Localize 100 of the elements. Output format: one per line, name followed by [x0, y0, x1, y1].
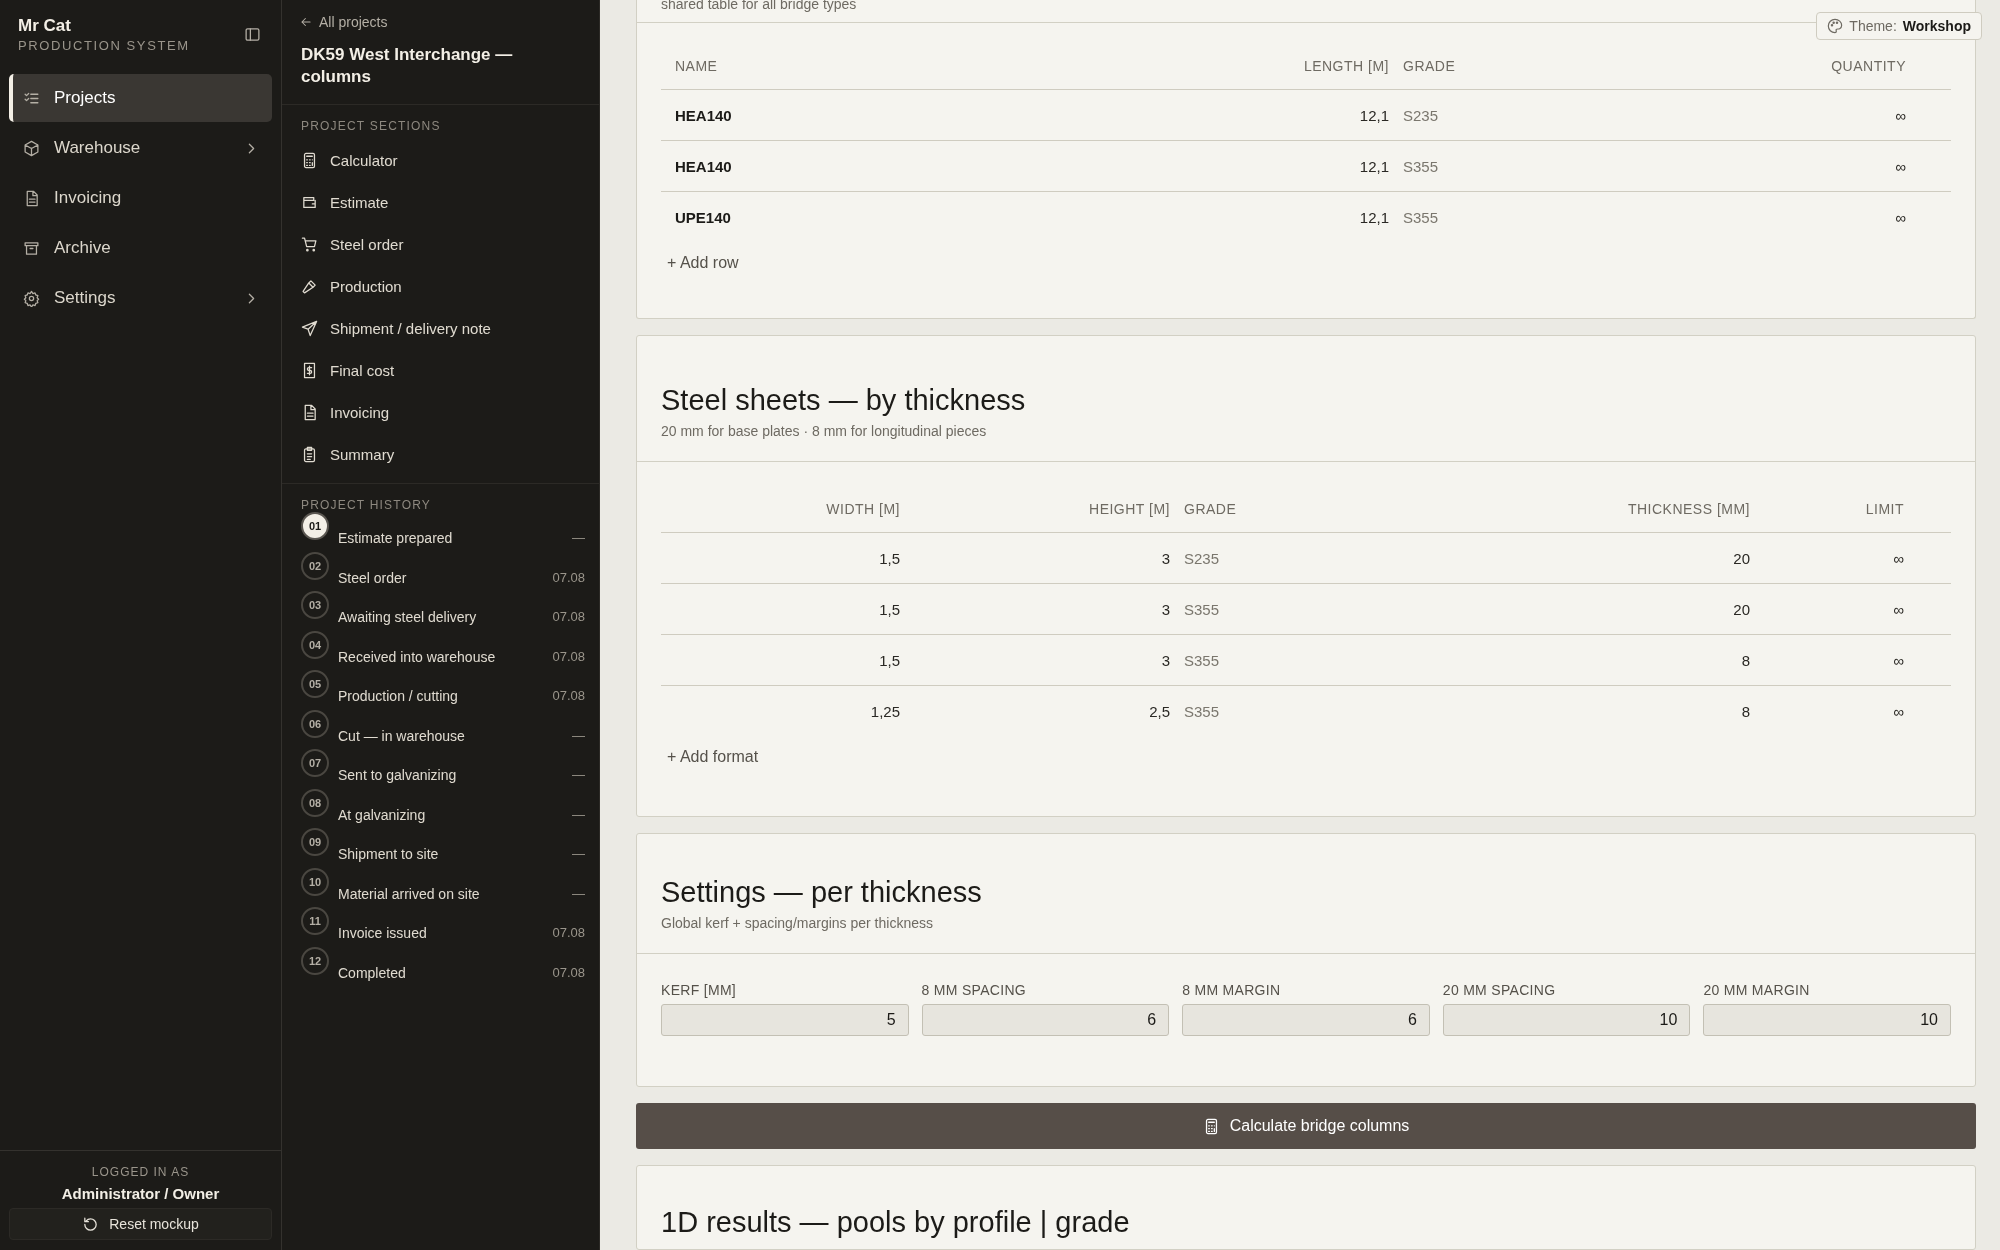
section-item[interactable]: Steel order [301, 223, 589, 265]
history-label: Sent to galvanizing [338, 767, 457, 783]
column-header: NAME [675, 58, 719, 74]
nav-item[interactable]: Settings [9, 274, 272, 322]
table-cell-text: 12,1 [1358, 208, 1389, 226]
number-field[interactable]: 10 [1703, 1004, 1951, 1036]
step-number: 01 [301, 512, 329, 540]
back-link[interactable]: All projects [299, 14, 579, 30]
box-icon [23, 139, 40, 157]
section-item[interactable]: Summary [301, 433, 589, 475]
history-date: — [572, 530, 585, 546]
column-header: WIDTH [M] [825, 501, 900, 517]
column-header: HEIGHT [M] [1088, 501, 1170, 517]
table-cell-text: 3 [1160, 651, 1170, 669]
section-heading: PROJECT SECTIONS [301, 119, 442, 133]
history-date: — [572, 846, 585, 862]
palette-icon [1827, 18, 1844, 34]
column-header: GRADE [1184, 501, 1238, 517]
history-label: Invoice issued [338, 925, 427, 941]
section-item[interactable]: Estimate [301, 181, 589, 223]
number-field[interactable]: 6 [1182, 1004, 1430, 1036]
table-cell-text: S355 [1184, 702, 1221, 720]
step-number: 09 [301, 828, 329, 856]
section-heading: PROJECT HISTORY [301, 498, 433, 512]
card-title: Settings — per thickness [661, 876, 983, 909]
table-cell-text: ∞ [1892, 549, 1904, 567]
table-cell-text: S355 [1403, 157, 1440, 175]
column-header: LENGTH [M] [1302, 58, 1389, 74]
history-label: Awaiting steel delivery [338, 609, 477, 625]
calc-icon [301, 151, 318, 169]
history-date: 07.08 [552, 925, 585, 941]
table-cell-text: 8 [1740, 702, 1750, 720]
section-item[interactable]: Final cost [301, 349, 589, 391]
logged-in-caption: LOGGED IN AS [91, 1165, 190, 1179]
table-cell-text: 1,5 [878, 651, 900, 669]
section-item[interactable]: Production [301, 265, 589, 307]
section-item[interactable]: Invoicing [301, 391, 589, 433]
table-cell-text: S355 [1184, 600, 1221, 618]
history-label: At galvanizing [338, 806, 426, 823]
column-header: QUANTITY [1830, 58, 1906, 74]
step-number: 03 [301, 591, 329, 619]
history-date: 07.08 [552, 609, 585, 625]
field-label: 20 MM MARGIN [1703, 982, 1811, 998]
history-label: Material arrived on site [338, 885, 480, 902]
table-cell-text: UPE140 [675, 208, 732, 226]
field-label: 8 MM SPACING [921, 982, 1028, 998]
table-cell-text: HEA140 [675, 106, 733, 124]
field-label: 20 MM SPACING [1442, 982, 1557, 998]
field-label: KERF [MM] [661, 982, 738, 998]
table-cell-text: 1,25 [869, 702, 900, 720]
table-cell-text: 1,5 [878, 549, 900, 567]
history-label: Estimate prepared [338, 530, 453, 546]
table-cell-text: ∞ [1892, 600, 1904, 618]
table-cell-text: 20 [1732, 549, 1750, 567]
clip-icon [301, 445, 318, 463]
table-cell-text: S235 [1403, 106, 1440, 124]
table-cell-text: 3 [1160, 549, 1170, 567]
table-cell-text: ∞ [1892, 702, 1904, 720]
cart-icon [301, 235, 318, 253]
number-field[interactable]: 6 [921, 1004, 1170, 1036]
section-item[interactable]: Shipment / delivery note [301, 307, 589, 349]
history-date: — [572, 727, 585, 744]
history-label: Steel order [338, 569, 407, 586]
table-cell-text: 20 [1732, 600, 1750, 618]
number-field[interactable]: 5 [661, 1004, 909, 1036]
history-date: 07.08 [552, 569, 585, 586]
nav-item[interactable]: Projects [9, 74, 272, 122]
theme-button[interactable]: Theme: Workshop [1816, 12, 1982, 40]
card-subtitle: Global kerf + spacing/margins per thickness [661, 915, 934, 931]
table-cell-text: 12,1 [1358, 106, 1389, 124]
column-header: THICKNESS [MM] [1626, 501, 1750, 517]
step-number: 11 [301, 907, 329, 935]
table-cell-text: 12,1 [1358, 157, 1389, 175]
table-cell-text: ∞ [1894, 106, 1906, 124]
number-field[interactable]: 10 [1442, 1004, 1691, 1036]
add-format-button[interactable]: + Add format [661, 736, 765, 766]
back-arrow-icon [299, 15, 313, 29]
nav-item[interactable]: Warehouse [9, 124, 272, 172]
nav-item[interactable]: Archive [9, 224, 272, 272]
table-cell-text: S355 [1403, 208, 1440, 226]
table-cell-text: ∞ [1894, 157, 1906, 175]
archive-icon [23, 239, 40, 257]
history-date: 07.08 [552, 688, 585, 704]
nav-item[interactable]: Invoicing [9, 174, 272, 222]
table-cell-text: ∞ [1892, 651, 1904, 669]
section-item[interactable]: Calculator [301, 139, 589, 181]
field-label: 8 MM MARGIN [1182, 982, 1282, 998]
reset-icon [82, 1215, 100, 1233]
receipt-icon [301, 361, 318, 379]
column-header: LIMIT [1864, 501, 1904, 517]
sidebar-icon [244, 25, 261, 43]
history-label: Completed [338, 964, 406, 981]
reset-button[interactable]: Reset mockup [9, 1208, 272, 1240]
step-number: 04 [301, 630, 329, 659]
app-name: Mr Cat [18, 15, 72, 36]
calculate-button[interactable]: Calculate bridge columns [636, 1103, 1976, 1149]
card-subtitle: 20 mm for base plates · 8 mm for longitudinal pieces [661, 423, 988, 439]
history-date: — [572, 767, 585, 783]
table-cell-text: 1,5 [878, 600, 900, 618]
add-row-button[interactable]: + Add row [661, 242, 745, 272]
